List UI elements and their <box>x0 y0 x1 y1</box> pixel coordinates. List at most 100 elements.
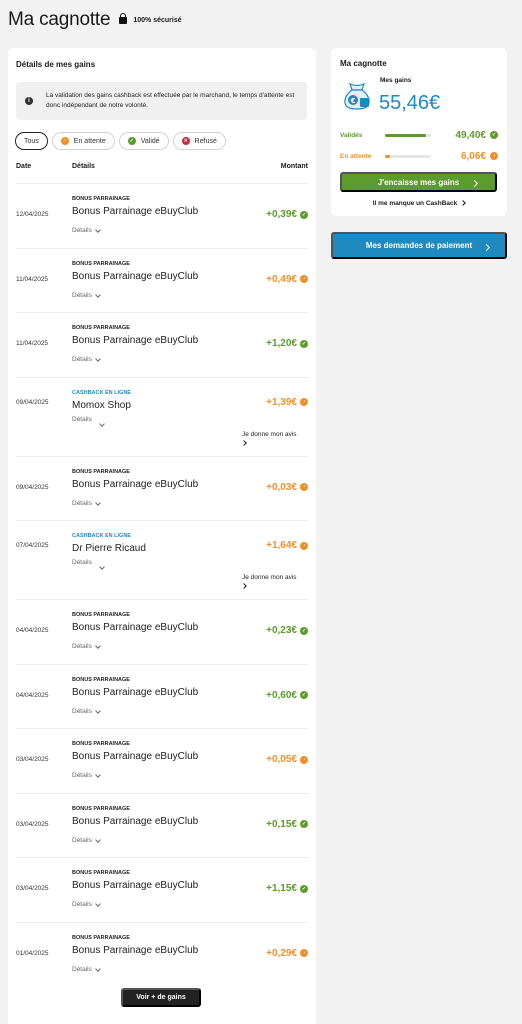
gain-details-toggle[interactable]: Détails <box>72 559 105 570</box>
gain-amount-text: +0,39€ <box>266 209 297 220</box>
gain-category: CASHBACK EN LIGNE <box>72 389 131 396</box>
column-date: Date <box>16 163 32 170</box>
gain-row: 12/04/2025 BONUS PARRAINAGE Bonus Parraina… <box>16 183 308 248</box>
gain-details-toggle[interactable]: Détails <box>72 837 101 844</box>
chevron-down-icon <box>95 499 101 506</box>
check-icon: ✓ <box>300 691 308 699</box>
gain-amount-text: +1,15€ <box>266 883 297 894</box>
gain-amount-text: +0,05€ <box>266 754 297 765</box>
validated-amount-text: 49,40€ <box>455 129 486 141</box>
gain-date: 12/04/2025 <box>16 211 49 218</box>
gains-details-card: Détails de mes gains i La validation des… <box>8 48 316 1024</box>
gain-details-label: Détails <box>72 772 92 779</box>
gain-details-label: Détails <box>72 291 92 299</box>
column-amount: Montant <box>280 163 308 170</box>
info-text: La validation des gains cashback est eff… <box>46 92 295 109</box>
gain-amount: +0,60€ ✓ <box>266 690 308 701</box>
gain-details-toggle[interactable]: Détails <box>72 708 101 715</box>
clock-icon: ◔ <box>300 483 308 491</box>
gain-details-label: Détails <box>72 356 92 363</box>
chevron-down-icon <box>99 564 105 570</box>
gain-date: 03/04/2025 <box>16 820 49 828</box>
clock-icon: ◔ <box>300 755 308 764</box>
gain-details-label: Détails <box>72 559 92 566</box>
gain-amount-text: +1,64€ <box>266 540 297 551</box>
gain-amount-text: +0,03€ <box>266 481 297 493</box>
gain-category: BONUS PARRAINAGE <box>72 196 130 202</box>
svg-text:€: € <box>350 97 356 105</box>
check-icon: ✓ <box>300 820 308 828</box>
gain-category: BONUS PARRAINAGE <box>72 676 130 683</box>
filter-pending[interactable]: ◔ En attente <box>51 132 115 150</box>
gain-details-toggle[interactable]: Détails <box>72 291 101 299</box>
validated-bar <box>385 133 431 137</box>
clock-icon: ◔ <box>490 152 498 160</box>
filter-all[interactable]: Tous <box>15 132 48 150</box>
gain-row: 11/04/2025 BONUS PARRAINAGE Bonus Parraina… <box>16 312 308 377</box>
gain-details-toggle[interactable]: Détails <box>72 901 101 908</box>
gain-category: BONUS PARRAINAGE <box>72 805 130 812</box>
filter-validated[interactable]: ✓ Validé <box>118 132 169 150</box>
validated-bar-fill <box>385 133 426 137</box>
gain-details-toggle[interactable]: Détails <box>72 356 101 363</box>
gain-amount: +0,49€ ◔ <box>266 274 308 285</box>
payment-requests-button[interactable]: Mes demandes de paiement <box>331 232 507 259</box>
gain-details-toggle[interactable]: Détails <box>72 499 101 507</box>
chevron-down-icon <box>95 965 101 972</box>
chevron-down-icon <box>95 772 101 778</box>
review-link[interactable]: Je donne mon avis <box>241 573 308 591</box>
missing-cashback-link[interactable]: Il me manque un CashBack <box>331 200 507 207</box>
gain-category: BONUS PARRAINAGE <box>72 612 130 618</box>
lock-icon <box>119 12 128 26</box>
more-gains-button[interactable]: Voir + de gains <box>121 988 201 1007</box>
check-icon: ✓ <box>300 210 308 219</box>
gain-category: BONUS PARRAINAGE <box>72 741 130 747</box>
gain-merchant: Bonus Parrainage eBuyClub <box>72 335 199 346</box>
gain-merchant: Bonus Parrainage eBuyClub <box>72 880 199 891</box>
gain-amount: +1,15€ ✓ <box>266 883 308 894</box>
review-link[interactable]: Je donne mon avis <box>241 430 308 448</box>
gain-date: 09/04/2025 <box>16 398 49 406</box>
info-banner: i La validation des gains cashback est e… <box>16 82 307 120</box>
table-header: Date Détails Montant <box>16 163 308 173</box>
gain-details-toggle[interactable]: Détails <box>72 643 101 650</box>
gain-details-toggle[interactable]: Détails <box>72 772 101 779</box>
gain-amount-text: +0,23€ <box>266 625 297 636</box>
status-filters: Tous ◔ En attente ✓ Validé ✕ Refusé <box>15 132 226 150</box>
pending-amount: 6,06€ ◔ <box>461 151 498 162</box>
gain-row: 03/04/2025 BONUS PARRAINAGE Bonus Parraina… <box>16 728 308 793</box>
payment-requests-label: Mes demandes de paiement <box>365 241 473 250</box>
gain-merchant: Bonus Parrainage eBuyClub <box>72 478 199 490</box>
pending-label: En attente <box>340 152 372 160</box>
clock-icon: ◔ <box>300 275 308 283</box>
info-icon: i <box>25 97 33 105</box>
gain-merchant: Momox Shop <box>72 399 131 411</box>
gain-date: 03/04/2025 <box>16 756 49 763</box>
gain-category: CASHBACK EN LIGNE <box>72 533 131 539</box>
chevron-right-icon <box>241 583 247 589</box>
cash-out-button[interactable]: J'encaisse mes gains <box>340 172 497 192</box>
gain-category: BONUS PARRAINAGE <box>72 870 130 876</box>
clock-icon: ◔ <box>60 137 69 145</box>
gain-date: 01/04/2025 <box>16 949 49 957</box>
validated-stat: Validés 49,40€ ✓ <box>340 129 498 141</box>
filter-refused[interactable]: ✕ Refusé <box>172 132 226 150</box>
gain-details-toggle[interactable]: Détails <box>72 965 101 973</box>
gain-row: 03/04/2025 BONUS PARRAINAGE Bonus Parraina… <box>16 792 308 858</box>
gain-merchant: Bonus Parrainage eBuyClub <box>72 622 199 633</box>
gain-amount-text: +0,60€ <box>266 689 297 701</box>
cash-out-label: J'encaisse mes gains <box>377 177 460 187</box>
gain-date: 04/04/2025 <box>16 691 49 699</box>
gains-total: 55,46€ <box>379 92 441 114</box>
gains-list: 12/04/2025 BONUS PARRAINAGE Bonus Parraina… <box>16 183 308 986</box>
filter-refused-label: Refusé <box>194 137 217 145</box>
gain-details-toggle[interactable]: Détails <box>72 227 101 234</box>
gain-date: 07/04/2025 <box>16 542 49 549</box>
page-title: Ma cagnotte <box>8 9 111 30</box>
gain-details-label: Détails <box>72 901 92 908</box>
gain-details-toggle[interactable]: Détails <box>72 416 105 427</box>
cagnotte-title: Ma cagnotte <box>340 59 387 68</box>
pending-bar <box>385 154 431 158</box>
gain-date: 11/04/2025 <box>16 275 49 283</box>
gain-category: BONUS PARRAINAGE <box>72 260 130 267</box>
